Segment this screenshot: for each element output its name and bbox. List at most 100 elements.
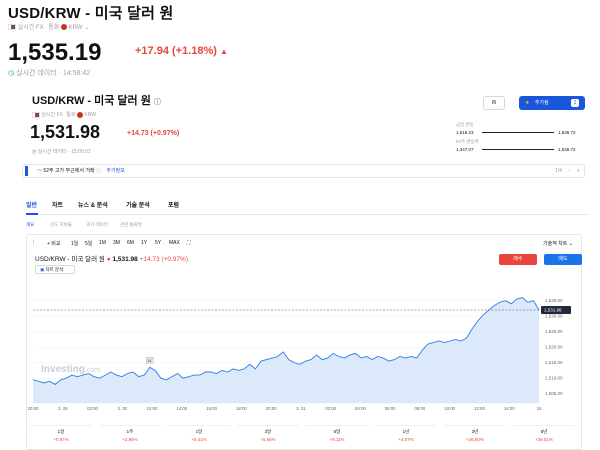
performance-value: +26.50%	[466, 437, 484, 442]
chart-panel: ⫶ + 비교 1일 5일 1M 3M 6M 1Y 5Y MAX ⛶ 기술적 차트…	[26, 234, 582, 450]
realtime-fx-label: 실시간 FX	[17, 25, 44, 31]
performance-period: 5년	[540, 429, 548, 434]
watchlist-button[interactable]: ★ 추가됨 1	[519, 96, 585, 110]
x-tick-label: 18:00	[236, 406, 247, 411]
currency-value[interactable]: KRW	[84, 112, 96, 118]
subtab-related[interactable]: 관련 통화쌍	[120, 222, 142, 228]
card-price-change: +14.73 (+0.97%)	[127, 130, 180, 137]
card-realtime-status-text: 실시간 데이터 · 15:00:01	[37, 149, 91, 155]
day-range-high: 1,536.72	[558, 130, 576, 135]
tab-forum[interactable]: 포럼	[168, 200, 179, 209]
performance-cell: 6달 +9.11%	[306, 425, 368, 445]
x-tick-label: 10:00	[444, 406, 455, 411]
x-tick-label: 02:00	[325, 406, 336, 411]
performance-period: 3년	[471, 429, 479, 434]
performance-value: +4.07%	[398, 437, 414, 442]
performance-period: 1년	[402, 429, 410, 434]
y-tick-label: 1,530.00	[545, 314, 563, 319]
performance-cell: 1년 +4.07%	[375, 425, 437, 445]
y-tick-label: 1,510.00	[545, 376, 563, 381]
tab-divider	[26, 214, 589, 215]
x-tick-label: 16	[537, 406, 542, 411]
tab-news[interactable]: 뉴스 & 분석	[78, 200, 108, 209]
x-tick-label: 3. 30	[118, 406, 128, 411]
clock-icon: ◷	[8, 70, 15, 77]
y-tick-label: 1,520.00	[545, 345, 563, 350]
performance-cell: 1주 +2.86%	[99, 425, 161, 445]
alert-banner: 〰 52주 고가 부근에서 거래 ⓘ 추가정보 1/4 ‹ ›	[22, 164, 585, 178]
tab-technical[interactable]: 기술 분석	[126, 200, 150, 209]
us-flag-icon	[32, 111, 40, 118]
kr-flag-icon	[60, 24, 67, 31]
price-change: +17.94 (+1.18%) ▲	[135, 45, 228, 57]
investing-watermark: Investing.com	[41, 364, 100, 375]
currency-value[interactable]: KRW	[69, 25, 83, 31]
subtab-overview[interactable]: 개요	[26, 222, 34, 228]
performance-cell: 3년 +26.50%	[444, 425, 506, 445]
tab-active-indicator	[26, 213, 38, 215]
performance-value: +2.86%	[122, 437, 138, 442]
performance-cell: 1일 +0.97%	[30, 425, 92, 445]
kr-flag-icon	[76, 111, 83, 118]
x-tick-label: 12:00	[147, 406, 158, 411]
x-tick-label: 08:00	[415, 406, 426, 411]
week52-range-label: 52주 변동폭	[456, 139, 479, 144]
performance-value: +26.51%	[535, 437, 553, 442]
event-marker-label: 14	[147, 359, 151, 363]
currency-label: 통화	[48, 25, 60, 31]
watchlist-label: 추가됨	[534, 100, 549, 106]
page-title: USD/KRW - 미국 달러 원	[8, 5, 174, 22]
arrow-up-icon: ▲	[220, 47, 228, 56]
realtime-fx-label: 실시간 FX	[41, 112, 63, 118]
day-range-label: 금일 변동	[456, 122, 474, 127]
x-tick-label: 06:00	[385, 406, 396, 411]
alert-accent-bar	[25, 166, 28, 176]
signal-icon: 〰	[37, 168, 43, 174]
day-range-low: 1,516.23	[456, 130, 474, 135]
performance-period: 3달	[264, 429, 272, 434]
alert-text: 52주 고가 부근에서 거래	[43, 168, 95, 174]
performance-value: +0.97%	[53, 437, 69, 442]
x-tick-label: 20:00	[28, 406, 39, 411]
watchlist-count: 1	[571, 99, 579, 107]
alert-pager: 1/4	[555, 168, 562, 174]
tab-general[interactable]: 일반	[26, 200, 37, 209]
x-tick-label: 16:00	[206, 406, 217, 411]
x-tick-label: 02:00	[87, 406, 98, 411]
realtime-status: ◷ 실시간 데이터 · 14:58:42	[8, 68, 90, 78]
price-ranges: 금일 변동 1,516.23 1,536.72 52주 변동폭 1,347.07…	[454, 122, 586, 152]
subtab-historical[interactable]: 과거 데이터	[86, 222, 108, 228]
star-icon: ★	[525, 100, 530, 106]
chevron-left-icon[interactable]: ‹	[568, 165, 570, 177]
chevron-right-icon[interactable]: ›	[577, 165, 579, 177]
x-tick-label: 3. 28	[58, 406, 68, 411]
performance-period: 1일	[57, 429, 65, 434]
bell-icon: ⍝	[491, 99, 497, 106]
price-chart[interactable]: 1,535.00 1,530.00 1,525.00 1,520.00 1,515.00…	[27, 235, 583, 425]
performance-value: +5.56%	[260, 437, 276, 442]
y-tick-label: 1,505.00	[545, 391, 563, 396]
info-icon[interactable]: ⓘ	[96, 168, 101, 174]
y-tick-label: 1,535.00	[545, 298, 563, 303]
alert-more-link[interactable]: 추가정보	[106, 168, 124, 174]
performance-value: +5.41%	[191, 437, 207, 442]
realtime-status-text: 실시간 데이터 · 14:58:42	[16, 70, 91, 77]
week52-range-low: 1,347.07	[456, 147, 474, 152]
card-realtime-status: ◷ 실시간 데이터 · 15:00:01	[32, 148, 91, 155]
subtab-forward-rates[interactable]: 선도 지비율	[50, 222, 72, 228]
alert-bell-button[interactable]: ⍝	[483, 96, 505, 110]
card-last-price: 1,531.98	[30, 122, 101, 142]
performance-value: +9.11%	[329, 437, 345, 442]
tab-chart[interactable]: 차트	[52, 200, 63, 209]
clock-icon: ◷	[32, 149, 37, 155]
x-tick-label: 12:00	[474, 406, 485, 411]
info-icon[interactable]: ⓘ	[154, 99, 161, 106]
x-tick-label: 14:00	[176, 406, 187, 411]
card-meta: 실시간 FX 통화 KRW	[32, 111, 96, 118]
week52-range-high: 1,536.72	[558, 147, 576, 152]
chevron-down-icon[interactable]: ⌄	[84, 25, 89, 31]
week52-range-bar	[482, 149, 554, 150]
price-area	[33, 297, 539, 403]
instrument-card: USD/KRW - 미국 달러 원 ⓘ 실시간 FX 통화 KRW 1,531.…	[22, 84, 594, 450]
performance-cell: 3달 +5.56%	[237, 425, 299, 445]
